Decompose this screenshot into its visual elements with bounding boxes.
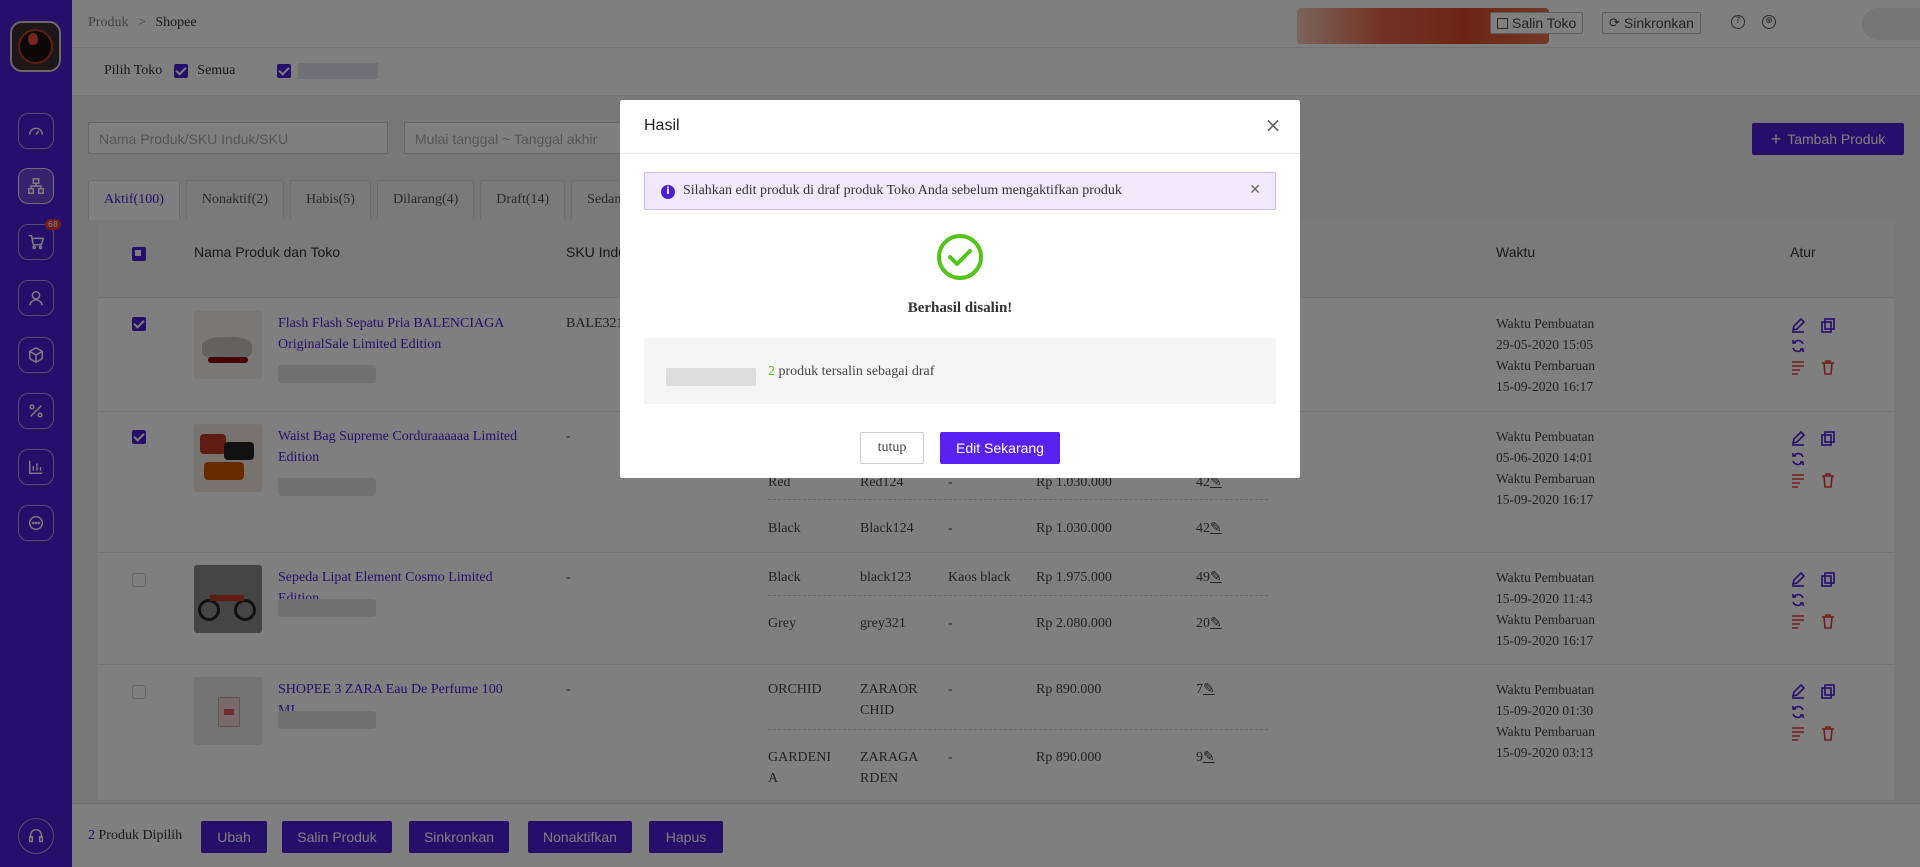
info-icon: i bbox=[661, 185, 675, 199]
result-text: produk tersalin sebagai draf bbox=[778, 364, 935, 379]
close-icon[interactable]: × bbox=[1262, 114, 1284, 136]
success-message: Berhasil disalin! bbox=[907, 300, 1013, 316]
success-check-icon bbox=[937, 234, 983, 280]
edit-now-button[interactable]: Edit Sekarang bbox=[940, 432, 1060, 464]
result-count: 2 bbox=[768, 364, 775, 379]
dialog-divider bbox=[620, 153, 1300, 154]
result-summary: 2 produk tersalin sebagai draf bbox=[644, 338, 1276, 404]
info-alert: i Silahkan edit produk di draf produk To… bbox=[644, 172, 1276, 210]
result-dialog: Hasil × i Silahkan edit produk di draf p… bbox=[620, 100, 1300, 478]
result-store-redacted bbox=[666, 368, 756, 386]
dialog-title: Hasil bbox=[644, 117, 680, 134]
close-button[interactable]: tutup bbox=[860, 432, 924, 464]
alert-close-icon[interactable]: ✕ bbox=[1249, 182, 1261, 198]
alert-text: Silahkan edit produk di draf produk Toko… bbox=[683, 183, 1122, 198]
